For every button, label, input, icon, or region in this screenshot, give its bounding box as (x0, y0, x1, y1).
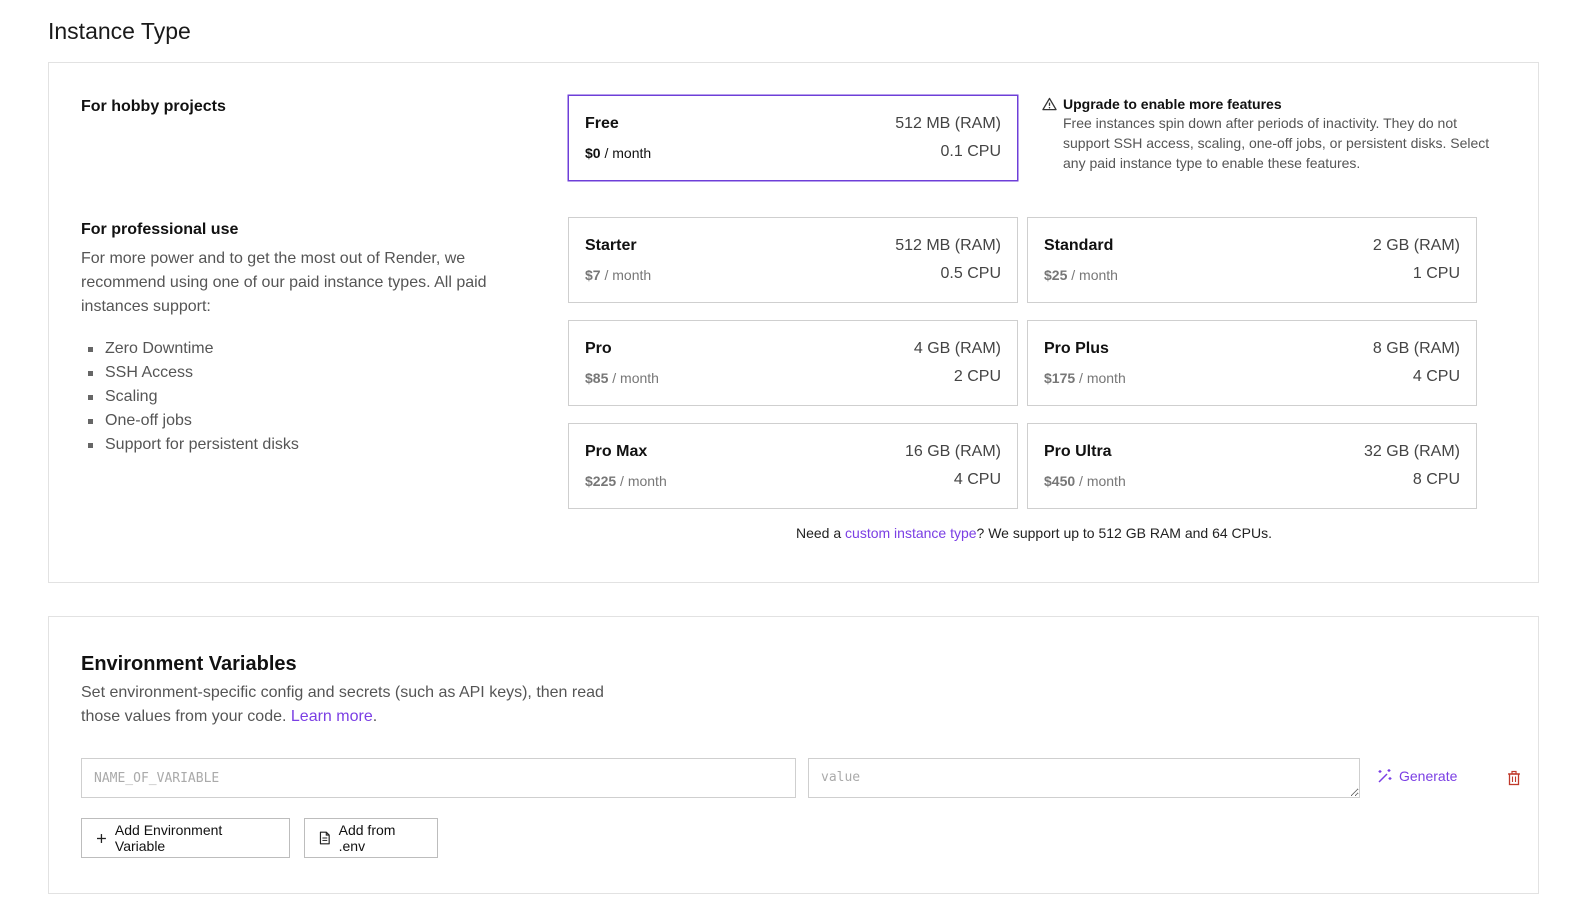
upgrade-text: Free instances spin down after periods o… (1063, 115, 1490, 171)
env-name-input[interactable] (81, 758, 796, 798)
generate-label: Generate (1399, 768, 1458, 784)
plan-price: $7 / month (585, 267, 652, 283)
plan-ram: 512 MB (RAM) (895, 237, 1001, 254)
plan-card-pro-ultra[interactable]: Pro Ultra 32 GB (RAM) $450 / month 8 CPU (1027, 423, 1477, 509)
warning-icon (1042, 97, 1057, 111)
plan-price: $175 / month (1044, 370, 1126, 386)
add-environment-variable-label: Add Environment Variable (114, 822, 223, 854)
plan-card-standard[interactable]: Standard 2 GB (RAM) $25 / month 1 CPU (1027, 217, 1477, 303)
feature-list: Zero Downtime SSH Access Scaling One-off… (81, 337, 299, 457)
plan-ram: 2 GB (RAM) (1372, 237, 1460, 254)
add-environment-variable-button[interactable]: Add Environment Variable (81, 818, 290, 858)
plan-card-pro-plus[interactable]: Pro Plus 8 GB (RAM) $175 / month 4 CPU (1027, 320, 1477, 406)
plan-ram: 4 GB (RAM) (913, 340, 1001, 357)
feature-item: Scaling (81, 385, 299, 409)
plan-cpu: 0.5 CPU (940, 265, 1001, 282)
trash-icon[interactable] (1506, 770, 1522, 786)
plan-name: Pro Max (585, 443, 648, 460)
hobby-heading: For hobby projects (81, 98, 226, 115)
professional-description: For more power and to get the most out o… (81, 250, 487, 315)
plan-name: Standard (1044, 237, 1114, 254)
plan-card-free[interactable]: Free 512 MB (RAM) $0 / month 0.1 CPU (568, 95, 1018, 181)
plan-name: Pro Ultra (1044, 443, 1112, 460)
plan-name: Free (585, 115, 619, 132)
feature-item: One-off jobs (81, 409, 299, 433)
plan-cpu: 8 CPU (1412, 471, 1460, 488)
plan-cpu: 1 CPU (1412, 265, 1460, 282)
plan-card-pro[interactable]: Pro 4 GB (RAM) $85 / month 2 CPU (568, 320, 1018, 406)
env-value-input[interactable] (808, 758, 1360, 798)
env-title: Environment Variables (81, 653, 297, 675)
plan-price: $450 / month (1044, 473, 1126, 489)
plus-icon (96, 833, 106, 843)
generate-button[interactable]: Generate (1377, 768, 1457, 784)
add-from-env-label: Add from .env (338, 822, 396, 854)
env-description: Set environment-specific config and secr… (81, 684, 604, 725)
feature-item: Zero Downtime (81, 337, 299, 361)
plan-card-starter[interactable]: Starter 512 MB (RAM) $7 / month 0.5 CPU (568, 217, 1018, 303)
custom-instance-link[interactable]: custom instance type (845, 525, 977, 541)
add-from-env-button[interactable]: Add from .env (304, 818, 438, 858)
plan-price: $0 / month (585, 145, 652, 161)
plan-cpu: 4 CPU (1412, 368, 1460, 385)
plan-price: $85 / month (585, 370, 659, 386)
file-icon (319, 831, 330, 845)
plan-ram: 512 MB (RAM) (895, 115, 1001, 132)
learn-more-link[interactable]: Learn more (291, 708, 373, 725)
plan-price: $225 / month (585, 473, 667, 489)
plan-card-pro-max[interactable]: Pro Max 16 GB (RAM) $225 / month 4 CPU (568, 423, 1018, 509)
plan-cpu: 0.1 CPU (940, 143, 1001, 160)
plan-name: Starter (585, 237, 637, 254)
professional-heading: For professional use (81, 221, 239, 238)
custom-instance-note: Need a custom instance type? We support … (795, 525, 1272, 541)
plan-ram: 8 GB (RAM) (1372, 340, 1460, 357)
environment-variables-panel: Environment Variables Set environment-sp… (48, 616, 1539, 894)
plan-ram: 32 GB (RAM) (1363, 443, 1460, 460)
plan-name: Pro (585, 340, 612, 357)
instance-type-panel: For hobby projects For professional use … (48, 62, 1539, 583)
plan-cpu: 4 CPU (953, 471, 1001, 488)
instance-type-title: Instance Type (48, 18, 191, 44)
feature-item: SSH Access (81, 361, 299, 385)
magic-wand-icon (1378, 769, 1392, 783)
plan-price: $25 / month (1044, 267, 1118, 283)
plan-name: Pro Plus (1044, 340, 1109, 357)
feature-item: Support for persistent disks (81, 433, 299, 457)
upgrade-title: Upgrade to enable more features (1063, 96, 1282, 112)
plan-ram: 16 GB (RAM) (904, 443, 1001, 460)
upgrade-notice: Upgrade to enable more features Free ins… (1042, 96, 1492, 173)
plan-cpu: 2 CPU (953, 368, 1001, 385)
